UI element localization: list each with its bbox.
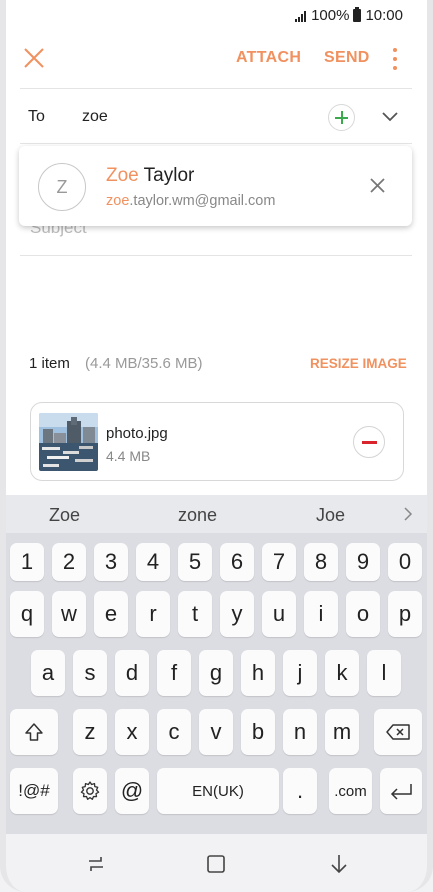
close-icon[interactable] bbox=[22, 46, 46, 70]
key[interactable]: n bbox=[283, 709, 317, 755]
key[interactable]: j bbox=[283, 650, 317, 696]
key[interactable]: o bbox=[346, 591, 380, 637]
key[interactable]: u bbox=[262, 591, 296, 637]
attach-button[interactable]: ATTACH bbox=[236, 49, 301, 67]
key[interactable]: t bbox=[178, 591, 212, 637]
remove-attachment-button[interactable] bbox=[353, 426, 385, 458]
key[interactable]: y bbox=[220, 591, 254, 637]
gear-icon bbox=[80, 781, 100, 800]
at-key[interactable]: @ bbox=[115, 768, 149, 814]
enter-key[interactable] bbox=[380, 768, 422, 814]
navigation-bar bbox=[0, 834, 433, 892]
key[interactable]: 3 bbox=[94, 543, 128, 581]
key[interactable]: 2 bbox=[52, 543, 86, 581]
key[interactable]: 7 bbox=[262, 543, 296, 581]
add-recipient-button[interactable] bbox=[328, 104, 355, 131]
divider bbox=[20, 255, 412, 256]
name-rest: Taylor bbox=[138, 165, 195, 186]
prediction-bar: Zoe zone Joe bbox=[0, 495, 433, 533]
key[interactable]: 5 bbox=[178, 543, 212, 581]
prediction-item[interactable]: zone bbox=[178, 505, 217, 526]
photo-thumbnail bbox=[39, 413, 98, 471]
key[interactable]: 6 bbox=[220, 543, 254, 581]
key[interactable]: 0 bbox=[388, 543, 422, 581]
key[interactable]: q bbox=[10, 591, 44, 637]
backspace-icon bbox=[386, 724, 410, 740]
shift-key[interactable] bbox=[10, 709, 58, 755]
home-icon[interactable] bbox=[205, 853, 227, 875]
key[interactable]: g bbox=[199, 650, 233, 696]
to-input[interactable]: zoe bbox=[82, 108, 108, 126]
battery-icon bbox=[353, 7, 362, 22]
battery-percent: 100% bbox=[311, 7, 350, 24]
key[interactable]: e bbox=[94, 591, 128, 637]
shift-icon bbox=[25, 723, 43, 741]
avatar: Z bbox=[38, 163, 86, 211]
key[interactable]: v bbox=[199, 709, 233, 755]
period-key[interactable]: . bbox=[283, 768, 317, 814]
file-size: 4.4 MB bbox=[106, 448, 151, 464]
settings-key[interactable] bbox=[73, 768, 107, 814]
key[interactable]: m bbox=[325, 709, 359, 755]
name-match-highlight: Zoe bbox=[106, 165, 139, 186]
chevron-down-icon[interactable] bbox=[380, 109, 400, 123]
symbols-key[interactable]: !@# bbox=[10, 768, 58, 814]
key[interactable]: p bbox=[388, 591, 422, 637]
suggestion-name: Zoe Taylor bbox=[106, 165, 194, 187]
key[interactable]: k bbox=[325, 650, 359, 696]
to-field-row: To zoe bbox=[20, 88, 412, 144]
keyboard: Zoe zone Joe 1 2 3 4 5 6 7 8 9 0 q w e r… bbox=[0, 495, 433, 834]
email-rest: .taylor.wm@gmail.com bbox=[129, 193, 276, 209]
key[interactable]: 9 bbox=[346, 543, 380, 581]
key[interactable]: l bbox=[367, 650, 401, 696]
enter-icon bbox=[390, 784, 412, 800]
compose-toolbar: ATTACH SEND bbox=[0, 32, 433, 87]
signal-icon bbox=[295, 10, 307, 22]
key[interactable]: x bbox=[115, 709, 149, 755]
key[interactable]: s bbox=[73, 650, 107, 696]
more-options-icon[interactable] bbox=[390, 46, 400, 72]
email-match-highlight: zoe bbox=[106, 193, 130, 209]
key[interactable]: 4 bbox=[136, 543, 170, 581]
to-label: To bbox=[28, 108, 45, 125]
space-key[interactable]: EN(UK) bbox=[157, 768, 279, 814]
recent-apps-icon[interactable] bbox=[85, 853, 107, 875]
key[interactable]: d bbox=[115, 650, 149, 696]
key[interactable]: z bbox=[73, 709, 107, 755]
attachment-card[interactable]: photo.jpg 4.4 MB bbox=[30, 402, 404, 481]
file-name: photo.jpg bbox=[106, 425, 168, 442]
close-icon[interactable] bbox=[369, 177, 386, 194]
dotcom-key[interactable]: .com bbox=[329, 768, 372, 814]
prediction-item[interactable]: Joe bbox=[316, 505, 345, 526]
key[interactable]: 8 bbox=[304, 543, 338, 581]
resize-image-button[interactable]: RESIZE IMAGE bbox=[310, 356, 407, 371]
backspace-key[interactable] bbox=[374, 709, 422, 755]
back-icon[interactable] bbox=[328, 853, 350, 875]
key[interactable]: f bbox=[157, 650, 191, 696]
suggestion-email: zoe.taylor.wm@gmail.com bbox=[106, 193, 275, 209]
contact-suggestion[interactable]: Z Zoe Taylor zoe.taylor.wm@gmail.com bbox=[19, 146, 412, 226]
status-bar: 100% 10:00 bbox=[0, 0, 433, 32]
chevron-right-icon[interactable] bbox=[403, 507, 413, 521]
attachment-count: 1 item bbox=[29, 355, 70, 372]
key[interactable]: b bbox=[241, 709, 275, 755]
key[interactable]: i bbox=[304, 591, 338, 637]
key[interactable]: c bbox=[157, 709, 191, 755]
status-indicators: 100% 10:00 bbox=[295, 7, 403, 24]
key[interactable]: r bbox=[136, 591, 170, 637]
key[interactable]: 1 bbox=[10, 543, 44, 581]
clock: 10:00 bbox=[365, 7, 403, 24]
attachment-size-total: (4.4 MB/35.6 MB) bbox=[85, 355, 203, 372]
prediction-item[interactable]: Zoe bbox=[49, 505, 80, 526]
key[interactable]: h bbox=[241, 650, 275, 696]
key[interactable]: a bbox=[31, 650, 65, 696]
key[interactable]: w bbox=[52, 591, 86, 637]
send-button[interactable]: SEND bbox=[324, 49, 370, 67]
